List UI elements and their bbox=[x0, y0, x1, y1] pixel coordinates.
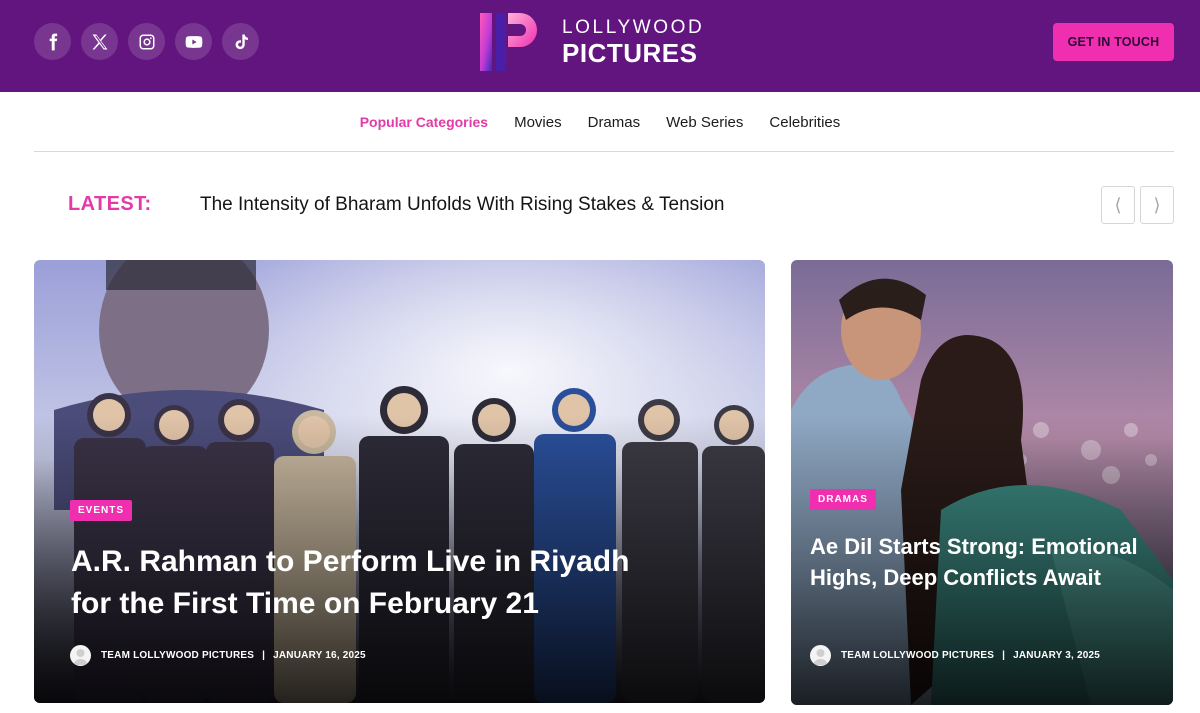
featured-headline[interactable]: A.R. Rahman to Perform Live in Riyadh fo… bbox=[71, 541, 661, 625]
get-in-touch-button[interactable]: GET IN TOUCH bbox=[1053, 23, 1174, 61]
category-badge-dramas[interactable]: DRAMAS bbox=[810, 489, 876, 510]
x-icon bbox=[92, 34, 107, 49]
logo-mark-icon bbox=[480, 13, 537, 71]
author-name[interactable]: TEAM LOLLYWOOD PICTURES bbox=[841, 650, 994, 661]
avatar bbox=[810, 645, 831, 666]
image-overlay bbox=[34, 260, 765, 703]
latest-label: LATEST: bbox=[68, 193, 152, 215]
meta-separator: | bbox=[1002, 650, 1006, 661]
image-overlay bbox=[791, 260, 1173, 705]
nav-item-web-series[interactable]: Web Series bbox=[666, 114, 743, 131]
ticker-prev-button[interactable]: ⟨ bbox=[1101, 186, 1135, 224]
facebook-icon bbox=[49, 33, 57, 50]
x-link[interactable] bbox=[81, 23, 118, 60]
logo-wordmark-top: LOLLYWOOD bbox=[562, 17, 705, 38]
ticker-next-button[interactable]: ⟩ bbox=[1140, 186, 1174, 224]
tiktok-link[interactable] bbox=[222, 23, 259, 60]
post-date: JANUARY 16, 2025 bbox=[273, 650, 366, 661]
user-icon bbox=[73, 649, 88, 665]
post-meta: TEAM LOLLYWOOD PICTURES | JANUARY 16, 20… bbox=[70, 645, 366, 666]
post-meta: TEAM LOLLYWOOD PICTURES | JANUARY 3, 202… bbox=[810, 645, 1100, 666]
main-nav: Popular Categories Movies Dramas Web Ser… bbox=[0, 92, 1200, 152]
author-name[interactable]: TEAM LOLLYWOOD PICTURES bbox=[101, 650, 254, 661]
category-badge-events[interactable]: EVENTS bbox=[70, 500, 133, 521]
youtube-icon bbox=[185, 35, 202, 48]
featured-card-dramas[interactable]: DRAMAS Ae Dil Starts Strong: Emotional H… bbox=[791, 260, 1173, 705]
site-header: LOLLYWOOD PICTURES GET IN TOUCH bbox=[0, 0, 1200, 92]
nav-item-popular-categories[interactable]: Popular Categories bbox=[360, 114, 488, 130]
post-date: JANUARY 3, 2025 bbox=[1013, 650, 1101, 661]
nav-item-celebrities[interactable]: Celebrities bbox=[769, 114, 840, 131]
youtube-link[interactable] bbox=[175, 23, 212, 60]
avatar bbox=[70, 645, 91, 666]
featured-headline[interactable]: Ae Dil Starts Strong: Emotional Highs, D… bbox=[810, 531, 1140, 593]
site-logo[interactable]: LOLLYWOOD PICTURES bbox=[478, 12, 704, 72]
chevron-left-icon: ⟨ bbox=[1114, 194, 1122, 215]
facebook-link[interactable] bbox=[34, 23, 71, 60]
nav-item-movies[interactable]: Movies bbox=[514, 114, 562, 131]
instagram-icon bbox=[139, 34, 154, 49]
nav-divider bbox=[34, 151, 1174, 152]
meta-separator: | bbox=[262, 650, 266, 661]
nav-item-dramas[interactable]: Dramas bbox=[588, 114, 641, 131]
user-icon bbox=[813, 649, 828, 665]
chevron-right-icon: ⟩ bbox=[1153, 194, 1161, 215]
latest-headline-link[interactable]: The Intensity of Bharam Unfolds With Ris… bbox=[200, 194, 725, 216]
featured-card-events[interactable]: EVENTS A.R. Rahman to Perform Live in Ri… bbox=[34, 260, 765, 703]
social-links bbox=[34, 23, 259, 60]
instagram-link[interactable] bbox=[128, 23, 165, 60]
tiktok-icon bbox=[235, 34, 248, 49]
logo-wordmark-bottom: PICTURES bbox=[562, 38, 698, 68]
